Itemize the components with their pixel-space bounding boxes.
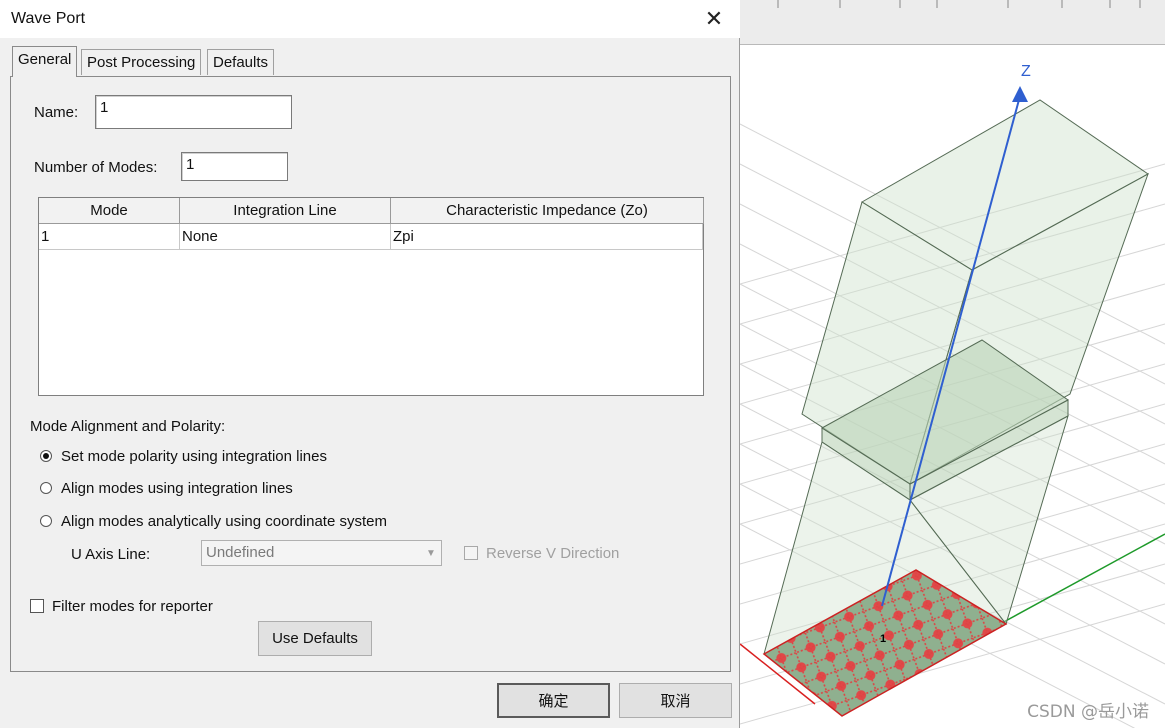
table-cell-impedance[interactable]: Zpi [391,224,703,250]
viewport-ruler-bar [740,0,1165,45]
z-axis-arrowhead [1012,86,1028,102]
watermark: CSDN @岳小诺 [1027,702,1149,722]
z-axis-label: Z [1021,63,1031,80]
u-axis-line-label: U Axis Line: [71,546,151,563]
reverse-v-direction-checkbox [464,546,478,560]
filter-modes-row: Filter modes for reporter [30,597,231,619]
use-defaults-button[interactable]: Use Defaults [258,621,372,656]
name-label: Name: [34,104,79,121]
filter-modes-checkbox[interactable] [30,599,44,613]
model-canvas[interactable]: Z 1 [740,44,1165,728]
radio-align-modes-analytically-label[interactable]: Align modes analytically using coordinat… [61,513,387,530]
reverse-v-direction-label: Reverse V Direction [486,545,620,562]
u-axis-line-value: Undefined [206,544,275,561]
radio-align-modes-integration[interactable] [40,482,52,494]
column-header-mode[interactable]: Mode [39,198,180,224]
radio-set-mode-polarity-label[interactable]: Set mode polarity using integration line… [61,448,327,465]
radio-align-modes-integration-label[interactable]: Align modes using integration lines [61,480,293,497]
cancel-button[interactable]: 取消 [619,683,732,718]
number-of-modes-input[interactable]: 1 [181,152,288,181]
modes-table[interactable]: Mode Integration Line Characteristic Imp… [38,197,704,396]
filter-modes-label[interactable]: Filter modes for reporter [52,598,213,615]
u-axis-line-select: Undefined ▼ [201,540,442,566]
mode-alignment-heading: Mode Alignment and Polarity: [30,418,226,435]
chevron-down-icon: ▼ [426,547,436,559]
3d-viewport[interactable]: Z 1 CSDN @岳小诺 [740,0,1165,728]
name-input[interactable]: 1 [95,95,292,129]
ok-button[interactable]: 确定 [497,683,610,718]
port-number-label: 1 [880,633,886,645]
table-cell-mode[interactable]: 1 [39,224,180,250]
radio-set-mode-polarity[interactable] [40,450,52,462]
column-header-characteristic-impedance[interactable]: Characteristic Impedance (Zo) [391,198,704,224]
table-cell-integration-line[interactable]: None [180,224,391,250]
radio-align-modes-analytically[interactable] [40,515,52,527]
number-of-modes-label: Number of Modes: [34,159,158,176]
column-header-integration-line[interactable]: Integration Line [180,198,391,224]
wave-port-dialog: Wave Port ✕ General Post Processing Defa… [0,0,740,728]
